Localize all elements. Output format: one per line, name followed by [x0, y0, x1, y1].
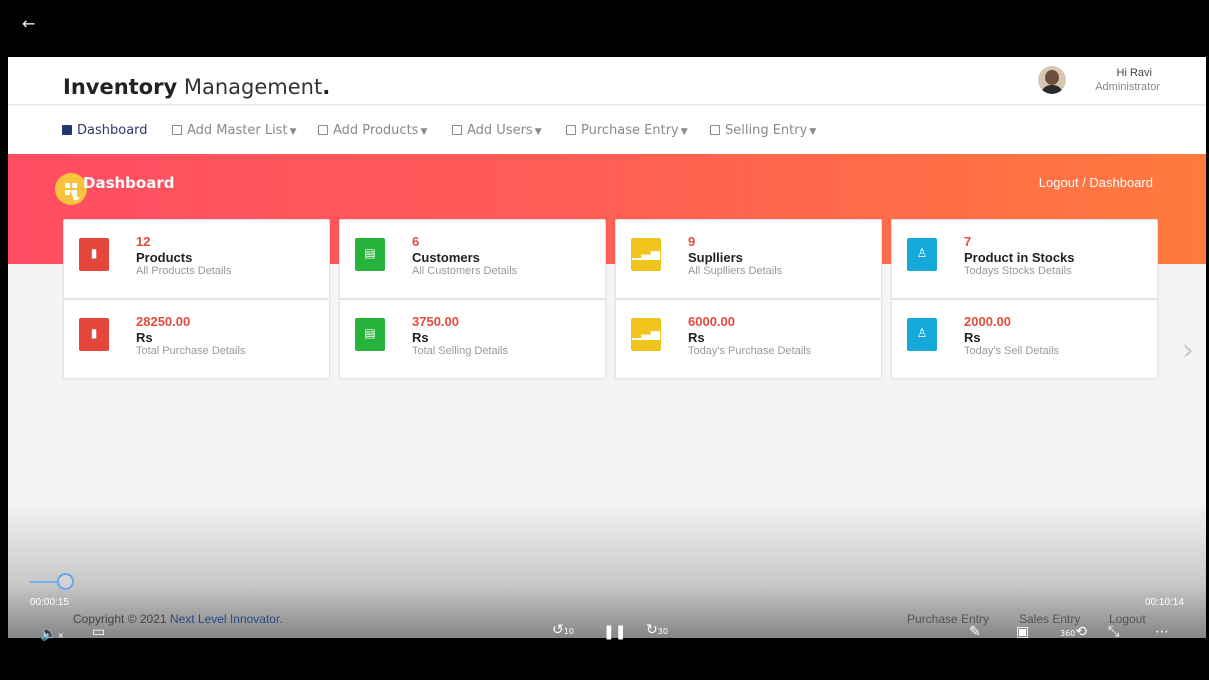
card-sub: All Suplliers Details	[688, 265, 783, 277]
forward-icon[interactable]: ↻30	[646, 622, 668, 638]
card-total-purchase[interactable]: ▮ 28250.00 Rs Total Purchase Details	[63, 299, 330, 379]
card-sub: Today's Sell Details	[964, 345, 1060, 357]
user-role: Administrator	[1095, 81, 1160, 93]
card-count: 6	[412, 234, 420, 249]
seek-handle[interactable]	[57, 573, 74, 590]
rewind-icon[interactable]: ↺10	[552, 622, 574, 638]
nav-purchase-entry[interactable]: Purchase Entry ▼	[566, 123, 688, 138]
nav-add-users[interactable]: Add Users ▼	[452, 123, 542, 138]
seek-bar[interactable]	[30, 581, 1188, 583]
card-label: Rs	[412, 330, 429, 345]
card-product-in-stocks[interactable]: ♙ 7 Product in Stocks Todays Stocks Deta…	[891, 219, 1158, 299]
elapsed-time: 00:00:15	[30, 597, 69, 608]
user-icon: ♙	[907, 238, 937, 271]
brand-light: Management	[183, 75, 323, 99]
nav-add-products[interactable]: Add Products ▼	[318, 123, 427, 138]
seek-bar-progress	[30, 581, 58, 583]
card-label: Rs	[688, 330, 705, 345]
player-control-bar	[0, 638, 1209, 680]
brand-logo[interactable]: Inventory Management.	[63, 75, 330, 99]
video-top-bar: ←	[0, 0, 1209, 57]
card-suppliers[interactable]: ▁▃▅ 9 Suplliers All Suplliers Details	[615, 219, 882, 299]
list-icon	[452, 125, 462, 135]
list-icon	[566, 125, 576, 135]
brand-dot: .	[322, 75, 331, 99]
caret-down-icon: ▼	[680, 127, 688, 137]
mute-icon[interactable]: 🔈×	[40, 626, 64, 642]
card-count: 3750.00	[412, 314, 459, 329]
picture-in-picture-icon[interactable]: ▣	[1016, 624, 1029, 640]
card-count: 6000.00	[688, 314, 735, 329]
pen-icon[interactable]: ✎	[969, 624, 981, 640]
dashboard-grid-icon	[62, 125, 72, 135]
view-360-icon[interactable]: 360⟲	[1060, 624, 1087, 640]
more-options-icon[interactable]: ⋯	[1155, 624, 1169, 640]
card-count: 12	[136, 234, 151, 249]
card-label: Suplliers	[688, 250, 743, 265]
file-icon: ▮	[79, 238, 109, 271]
file-icon: ▮	[79, 318, 109, 351]
caret-down-icon: ▼	[809, 127, 817, 137]
captions-icon[interactable]: ▭	[92, 624, 105, 640]
card-sub: All Products Details	[136, 265, 232, 277]
card-sub: All Customers Details	[412, 265, 518, 277]
card-todays-purchase[interactable]: ▁▃▅ 6000.00 Rs Today's Purchase Details	[615, 299, 882, 379]
header: Inventory Management. Hi Ravi Administra…	[8, 57, 1206, 105]
card-sub: Today's Purchase Details	[688, 345, 812, 357]
card-label: Rs	[964, 330, 981, 345]
user-icon: ♙	[907, 318, 937, 351]
page-title: Dashboard	[83, 174, 175, 192]
list-icon	[318, 125, 328, 135]
list-icon: ▤	[355, 238, 385, 271]
list-icon	[710, 125, 720, 135]
card-count: 2000.00	[964, 314, 1011, 329]
card-label: Customers	[412, 250, 480, 265]
card-sub: Todays Stocks Details	[964, 265, 1072, 277]
nav-dashboard[interactable]: Dashboard	[62, 123, 148, 138]
nav-add-master-list[interactable]: Add Master List ▼	[172, 123, 296, 138]
card-count: 9	[688, 234, 696, 249]
card-sub: Total Purchase Details	[136, 345, 246, 357]
user-greeting[interactable]: Hi Ravi	[1117, 67, 1152, 79]
view-360-label: 360	[1060, 629, 1076, 638]
card-count: 28250.00	[136, 314, 191, 329]
card-label: Product in Stocks	[964, 250, 1075, 265]
caret-down-icon: ▼	[420, 127, 428, 137]
user-avatar[interactable]	[1038, 66, 1066, 94]
bar-chart-icon: ▁▃▅	[631, 318, 661, 351]
card-total-selling[interactable]: ▤ 3750.00 Rs Total Selling Details	[339, 299, 606, 379]
card-products[interactable]: ▮ 12 Products All Products Details	[63, 219, 330, 299]
card-label: Products	[136, 250, 193, 265]
forward-seconds: 30	[657, 627, 668, 636]
pause-icon[interactable]: ❚❚	[603, 624, 626, 640]
list-icon: ▤	[355, 318, 385, 351]
caret-down-icon: ▼	[534, 127, 542, 137]
next-video-chevron-icon[interactable]: ›	[1182, 333, 1194, 368]
card-todays-sell[interactable]: ♙ 2000.00 Rs Today's Sell Details	[891, 299, 1158, 379]
caret-down-icon: ▼	[289, 127, 297, 137]
list-icon	[172, 125, 182, 135]
company-link[interactable]: Next Level Innovator	[170, 612, 279, 626]
card-count: 7	[964, 234, 972, 249]
card-label: Rs	[136, 330, 153, 345]
brand-bold: Inventory	[63, 75, 178, 99]
nav-selling-entry[interactable]: Selling Entry ▼	[710, 123, 816, 138]
breadcrumb[interactable]: Logout / Dashboard	[1039, 175, 1153, 190]
rewind-seconds: 10	[563, 627, 574, 636]
total-time: 00:10:14	[1145, 597, 1184, 608]
card-sub: Total Selling Details	[412, 345, 508, 357]
back-arrow-icon[interactable]: ←	[22, 14, 35, 33]
card-customers[interactable]: ▤ 6 Customers All Customers Details	[339, 219, 606, 299]
bar-chart-icon: ▁▃▅	[631, 238, 661, 271]
main-nav: Dashboard Add Master List ▼ Add Products ▼…	[8, 106, 1206, 154]
exit-fullscreen-icon[interactable]: ⤡	[1108, 624, 1119, 640]
